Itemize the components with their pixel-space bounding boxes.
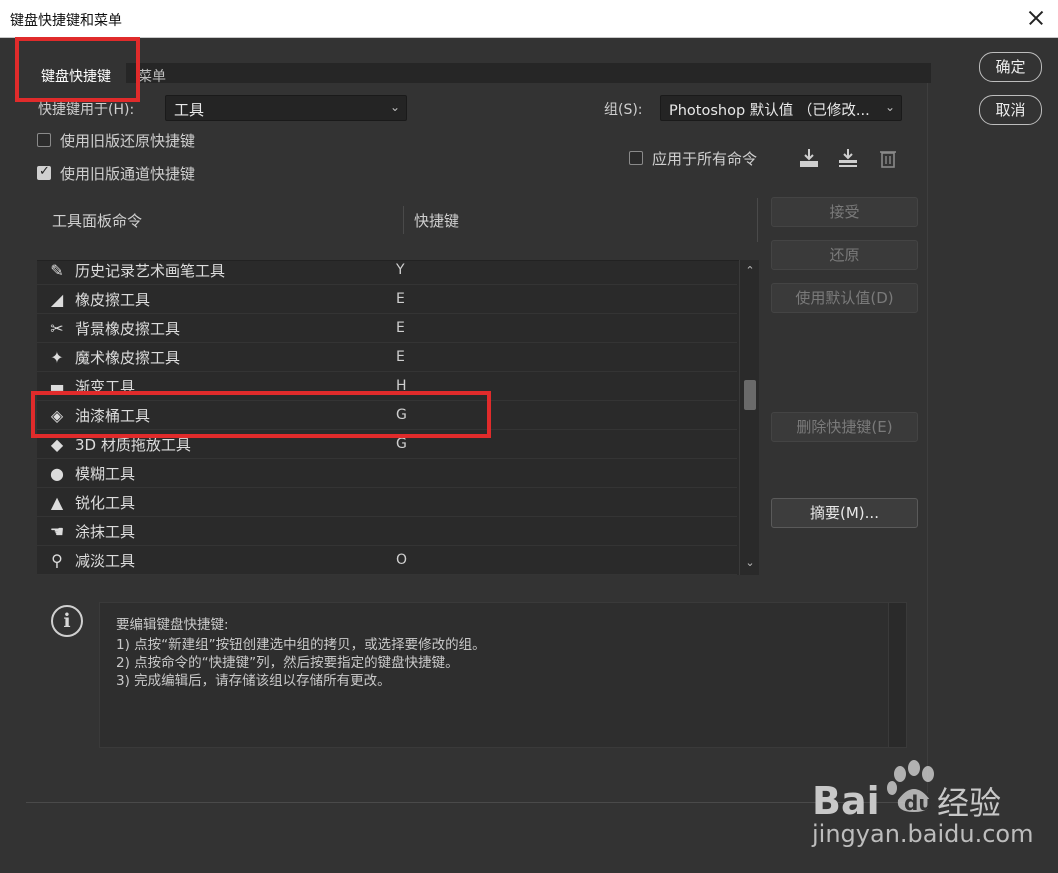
svg-text:经验: 经验 [937, 784, 1001, 822]
svg-text:Bai: Bai [812, 779, 880, 823]
header-divider [757, 198, 758, 242]
scroll-down-icon[interactable]: ⌄ [740, 556, 760, 569]
info-scrollbar[interactable] [888, 603, 906, 747]
table-row[interactable]: ◢ 橡皮擦工具 E [37, 285, 737, 314]
table-row[interactable]: ● 模糊工具 [37, 459, 737, 488]
table-header: 工具面板命令 快捷键 [37, 198, 757, 242]
delete-shortcut-button[interactable]: 删除快捷键(E) [771, 412, 918, 442]
shortcut-key[interactable]: E [396, 349, 405, 365]
smudge-icon: ☚ [49, 522, 65, 541]
table-row[interactable]: ✎ 历史记录艺术画笔工具 Y [37, 261, 737, 285]
legacy-channel-label: 使用旧版通道快捷键 [60, 165, 196, 183]
shortcut-key[interactable]: G [396, 436, 407, 452]
dodge-icon: ⚲ [51, 551, 63, 570]
apply-all-checkbox[interactable] [629, 151, 643, 165]
command-name: 历史记录艺术画笔工具 [75, 262, 226, 280]
group-value: Photoshop 默认值 （已修改... [669, 103, 870, 119]
scroll-up-icon[interactable]: ⌃ [740, 264, 760, 277]
undo-button[interactable]: 还原 [771, 240, 918, 270]
command-name: 锐化工具 [75, 494, 136, 512]
tab-menus[interactable]: 菜单 [138, 63, 166, 87]
accept-button[interactable]: 接受 [771, 197, 918, 227]
apply-all-label: 应用于所有命令 [652, 150, 758, 168]
group-select[interactable]: Photoshop 默认值 （已修改... ⌄ [660, 95, 902, 121]
legacy-undo-label: 使用旧版还原快捷键 [60, 132, 196, 150]
window-title: 键盘快捷键和菜单 [10, 13, 122, 29]
chevron-down-icon: ⌄ [389, 100, 400, 114]
info-icon: i [51, 605, 83, 637]
column-header-command[interactable]: 工具面板命令 [52, 210, 142, 231]
shortcut-key[interactable]: E [396, 291, 405, 307]
command-name: 模糊工具 [75, 465, 136, 483]
background-eraser-icon: ✂ [50, 319, 64, 338]
info-line: 要编辑键盘快捷键: [116, 617, 229, 633]
divider [26, 802, 931, 803]
use-default-button[interactable]: 使用默认值(D) [771, 283, 918, 313]
shortcuts-for-select[interactable]: 工具 ⌄ [165, 95, 407, 121]
save-set-icon[interactable] [797, 146, 821, 170]
column-header-shortcut[interactable]: 快捷键 [414, 210, 459, 231]
cancel-button[interactable]: 取消 [979, 95, 1042, 125]
highlight-box-tab [15, 37, 140, 102]
highlight-box-row [31, 391, 491, 438]
chevron-down-icon: ⌄ [884, 100, 895, 114]
art-history-brush-icon: ✎ [50, 261, 64, 280]
group-label: 组(S): [604, 102, 643, 118]
table-row[interactable]: ✂ 背景橡皮擦工具 E [37, 314, 737, 343]
scroll-thumb[interactable] [744, 380, 756, 410]
3d-material-drop-icon: ◆ [50, 435, 64, 454]
summarize-button[interactable]: 摘要(M)... [771, 498, 918, 528]
shortcut-key[interactable]: O [396, 552, 407, 568]
save-set-as-icon[interactable] [836, 146, 860, 170]
table-scrollbar[interactable]: ⌃ ⌄ [739, 260, 759, 575]
info-panel: 要编辑键盘快捷键: 1) 点按“新建组”按钮创建选中组的拷贝，或选择要修改的组。… [99, 602, 907, 748]
blur-icon: ● [50, 464, 64, 483]
command-name: 减淡工具 [75, 552, 136, 570]
divider [927, 83, 928, 793]
legacy-channel-checkbox[interactable] [37, 164, 51, 180]
table-row[interactable]: ⚲ 减淡工具 O [37, 546, 737, 575]
shortcut-key[interactable]: Y [396, 262, 405, 278]
command-name: 橡皮擦工具 [75, 291, 151, 309]
command-name: 魔术橡皮擦工具 [75, 349, 181, 367]
delete-set-icon[interactable] [876, 146, 900, 170]
table-row[interactable]: ☚ 涂抹工具 [37, 517, 737, 546]
info-line: 2) 点按命令的“快捷键”列，然后按要指定的键盘快捷键。 [116, 655, 459, 671]
legacy-undo-checkbox[interactable] [37, 133, 51, 147]
command-name: 背景橡皮擦工具 [75, 320, 181, 338]
table-row[interactable]: ✦ 魔术橡皮擦工具 E [37, 343, 737, 372]
svg-text:du: du [904, 791, 933, 815]
info-line: 1) 点按“新建组”按钮创建选中组的拷贝，或选择要修改的组。 [116, 637, 486, 653]
command-name: 涂抹工具 [75, 523, 136, 541]
close-icon[interactable] [1022, 4, 1050, 32]
info-line: 3) 完成编辑后，请存储该组以存储所有更改。 [116, 673, 391, 689]
shortcut-key[interactable]: E [396, 320, 405, 336]
title-bar: 键盘快捷键和菜单 [0, 0, 1058, 38]
table-row[interactable]: ▲ 锐化工具 [37, 488, 737, 517]
shortcuts-for-label: 快捷键用于(H): [38, 102, 135, 118]
watermark-url: jingyan.baidu.com [812, 820, 1034, 848]
ok-button[interactable]: 确定 [979, 52, 1042, 82]
column-divider [403, 206, 404, 234]
magic-eraser-icon: ✦ [50, 348, 64, 367]
shortcuts-for-value: 工具 [174, 101, 205, 119]
sharpen-icon: ▲ [50, 493, 64, 512]
eraser-icon: ◢ [50, 290, 64, 309]
